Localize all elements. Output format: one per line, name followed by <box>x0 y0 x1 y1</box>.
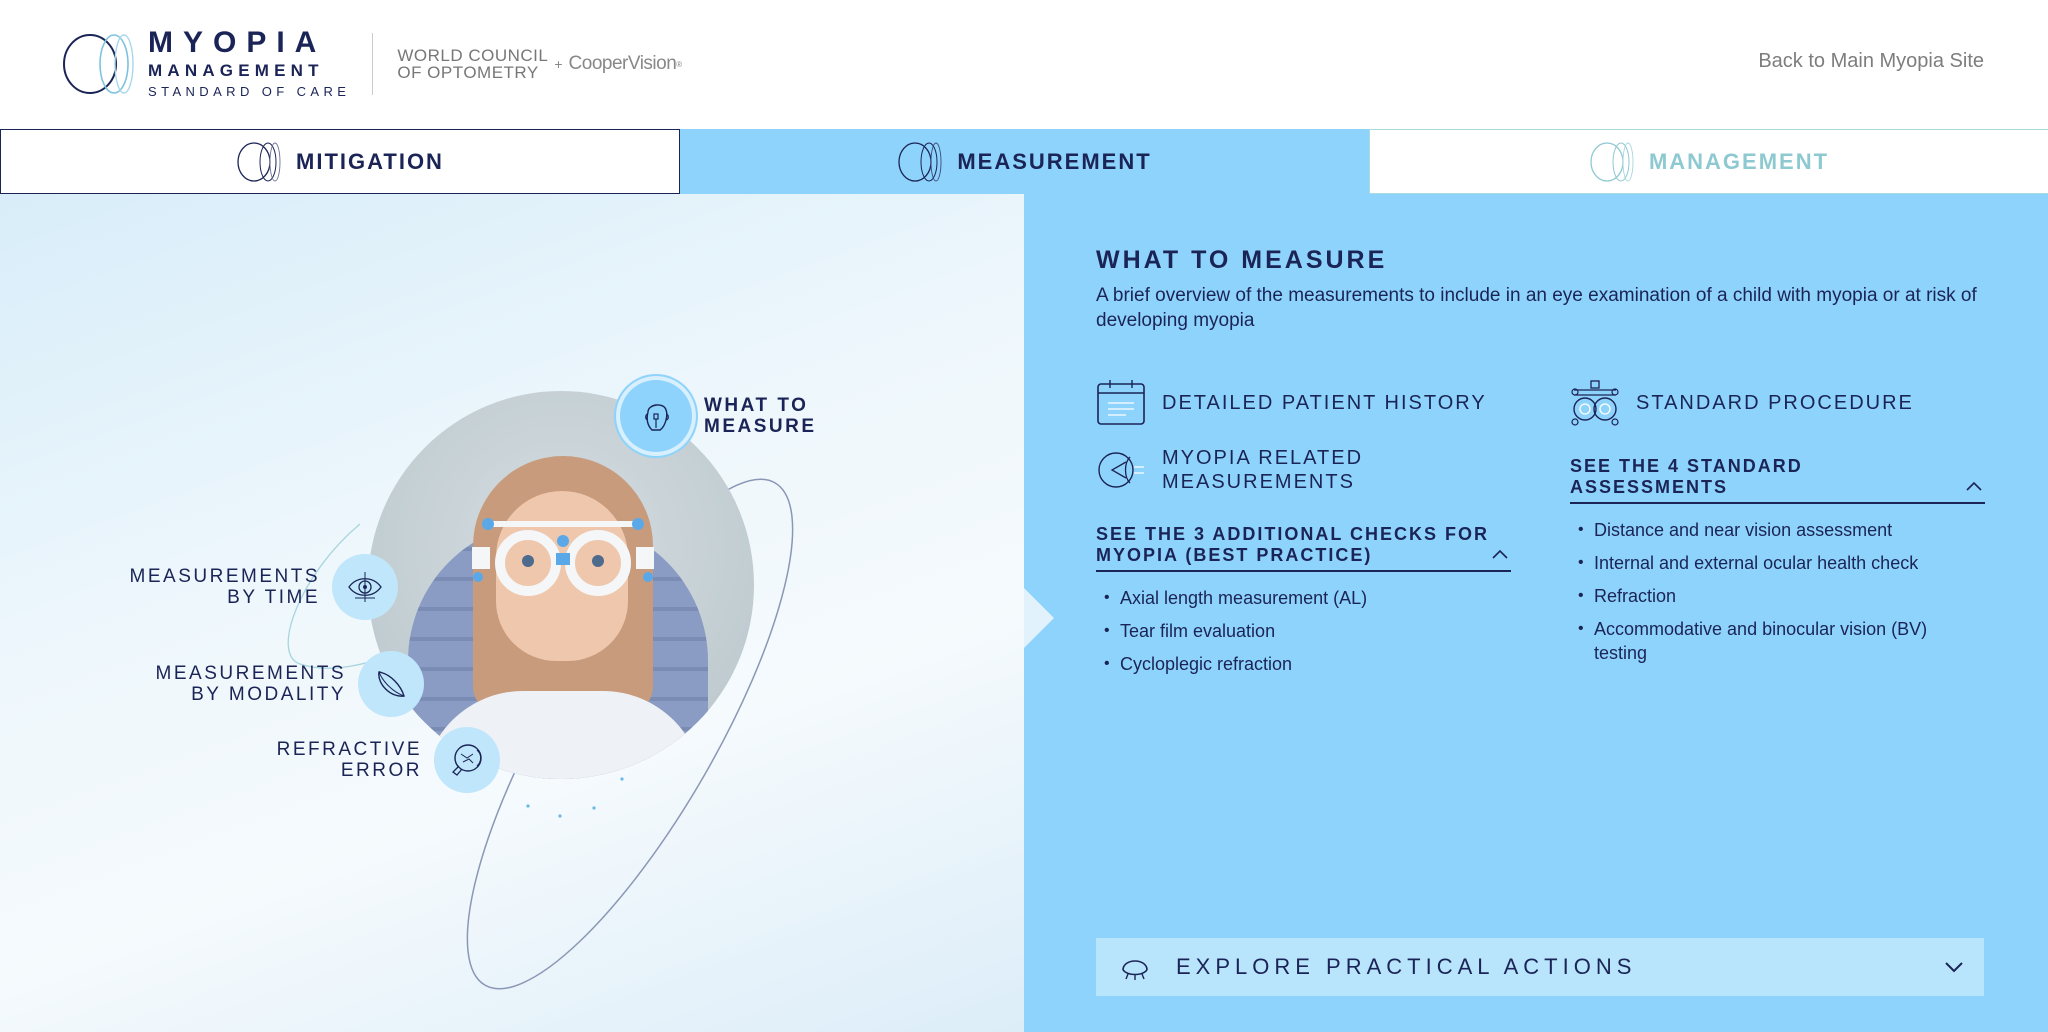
explore-practical-actions-button[interactable]: EXPLORE PRACTICAL ACTIONS <box>1096 938 1984 996</box>
list-item: Cycloplegic refraction <box>1096 652 1511 676</box>
eyeball-icon <box>452 744 482 776</box>
list-item: Internal and external ocular health chec… <box>1570 551 1985 575</box>
category-myopia-related-measurements: MYOPIA RELATED MEASUREMENTS <box>1096 440 1511 500</box>
node-label-line1: MEASUREMENTS <box>129 566 320 587</box>
node-circle <box>620 380 692 452</box>
tab-label: MEASUREMENT <box>957 148 1152 174</box>
section-title: WHAT TO MEASURE <box>1096 246 1388 274</box>
category-label: STANDARD PROCEDURE <box>1636 392 1914 414</box>
explore-label: EXPLORE PRACTICAL ACTIONS <box>1176 954 1637 979</box>
phoropter-icon <box>1571 380 1619 426</box>
logo-subtitle: MANAGEMENT <box>148 61 324 80</box>
category-standard-procedure: STANDARD PROCEDURE <box>1570 378 1985 428</box>
accordion-title-line1: SEE THE 3 ADDITIONAL CHECKS FOR <box>1096 524 1490 544</box>
tab-measurement[interactable]: MEASUREMENT <box>680 129 1369 194</box>
node-label-line1: MEASUREMENTS <box>155 663 346 684</box>
partner-logos: WORLD COUNCIL OF OPTOMETRY + CooperVisio… <box>397 47 682 81</box>
node-circle <box>332 554 398 620</box>
wco-line2: OF OPTOMETRY <box>397 63 539 82</box>
contact-lens-icon <box>378 671 405 697</box>
logo-divider <box>372 33 374 95</box>
chevron-up-icon <box>1966 481 1982 491</box>
standard-assessments-accordion-toggle[interactable]: SEE THE 4 STANDARD ASSESSMENTS <box>1570 456 1985 504</box>
closed-eye-icon <box>1122 960 1148 980</box>
node-circle <box>434 727 500 793</box>
tab-label: MANAGEMENT <box>1648 148 1830 174</box>
accordion-title-line2: MYOPIA (BEST PRACTICE) <box>1096 545 1373 565</box>
node-label-line2: ERROR <box>340 760 422 781</box>
measurement-visual-panel: WHAT TO MEASURE MEASUREMENTS BY TIME MEA… <box>0 194 1024 1032</box>
category-label: DETAILED PATIENT HISTORY <box>1162 392 1487 414</box>
category-label-line2: MEASUREMENTS <box>1162 471 1355 493</box>
list-item: Distance and near vision assessment <box>1570 518 1985 542</box>
chevron-up-icon <box>1492 549 1508 559</box>
tab-label: MITIGATION <box>296 148 444 174</box>
back-to-main-site-link[interactable]: Back to Main Myopia Site <box>1758 50 1984 73</box>
rings-icon <box>1590 141 1634 182</box>
list-item: Axial length measurement (AL) <box>1096 586 1511 610</box>
node-label-line2: BY MODALITY <box>191 684 346 705</box>
wco-line1: WORLD COUNCIL <box>397 46 549 65</box>
partner-plus: + <box>554 56 563 72</box>
myopia-management-logo[interactable]: MYOPIA MANAGEMENT STANDARD OF CARE WORLD… <box>62 28 682 100</box>
node-what-to-measure[interactable]: WHAT TO MEASURE <box>620 380 817 452</box>
registered-mark: ® <box>676 59 683 69</box>
node-measurements-by-time[interactable]: MEASUREMENTS BY TIME <box>130 554 398 620</box>
chevron-down-icon <box>1945 962 1963 973</box>
myopia-measurements-column: DETAILED PATIENT HISTORY MYOPIA RELATED … <box>1096 378 1511 685</box>
category-label-line1: MYOPIA RELATED <box>1162 447 1364 469</box>
additional-checks-accordion-toggle[interactable]: SEE THE 3 ADDITIONAL CHECKS FOR MYOPIA (… <box>1096 524 1511 572</box>
logo-rings-icon <box>63 34 134 94</box>
node-label-line1: REFRACTIVE <box>276 739 422 760</box>
rings-icon <box>898 141 942 182</box>
logo-tagline: STANDARD OF CARE <box>148 84 351 99</box>
node-label-line2: MEASURE <box>704 416 817 437</box>
logo-title: MYOPIA <box>148 26 327 59</box>
list-item: Refraction <box>1570 584 1985 608</box>
section-description: A brief overview of the measurements to … <box>1096 285 1977 331</box>
list-item: Accommodative and binocular vision (BV) … <box>1570 617 1985 665</box>
rings-icon <box>237 141 281 182</box>
category-detailed-patient-history: DETAILED PATIENT HISTORY <box>1096 378 1511 428</box>
tab-management[interactable]: MANAGEMENT <box>1369 129 2048 194</box>
face-measure-icon <box>645 404 669 431</box>
trial-frame-glasses-icon <box>472 518 654 596</box>
accordion-title-line2: ASSESSMENTS <box>1570 477 1729 497</box>
coopervision-logo: CooperVision <box>568 53 677 74</box>
node-refractive-error[interactable]: REFRACTIVE ERROR <box>277 727 500 793</box>
standard-procedure-column: STANDARD PROCEDURE SEE THE 4 STANDARD AS… <box>1570 378 1985 674</box>
node-label-line1: WHAT TO <box>704 395 809 416</box>
additional-checks-list: Axial length measurement (AL) Tear film … <box>1096 586 1511 676</box>
tab-mitigation[interactable]: MITIGATION <box>0 129 680 194</box>
list-item: Tear film evaluation <box>1096 619 1511 643</box>
accordion-title-line1: SEE THE 4 STANDARD <box>1570 456 1803 476</box>
eye-profile-icon <box>1098 452 1144 488</box>
section-tabs: MITIGATION MEASUREMENT MANAGEMENT <box>0 129 2048 194</box>
site-header: MYOPIA MANAGEMENT STANDARD OF CARE WORLD… <box>0 0 2048 130</box>
panel-pointer-notch <box>1024 588 1054 648</box>
calendar-icon <box>1097 380 1145 425</box>
eye-target-icon <box>348 572 382 602</box>
node-circle <box>358 651 424 717</box>
node-label-line2: BY TIME <box>227 587 320 608</box>
standard-assessments-list: Distance and near vision assessment Inte… <box>1570 518 1985 665</box>
node-measurements-by-modality[interactable]: MEASUREMENTS BY MODALITY <box>156 651 424 717</box>
